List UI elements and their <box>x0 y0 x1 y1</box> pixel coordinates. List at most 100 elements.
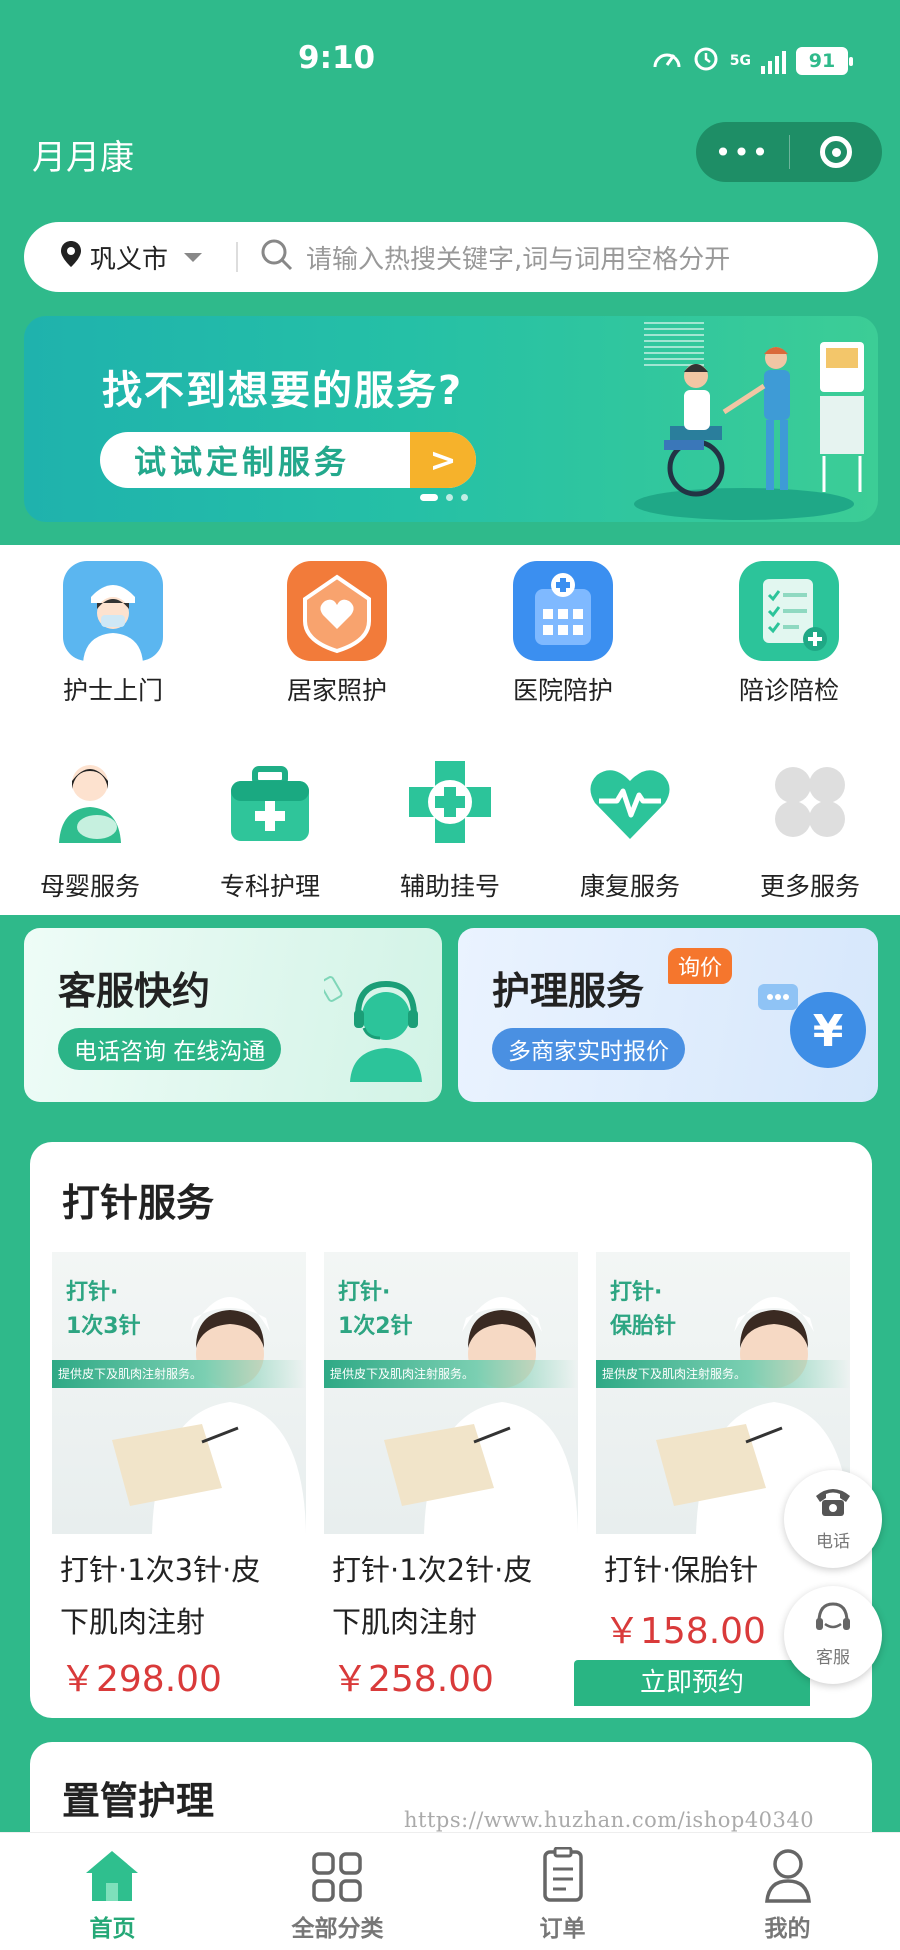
service-label: 客服 <box>816 1648 850 1668</box>
product-name: 打针·1次2针·皮 下肌肉注射 <box>324 1544 578 1648</box>
product-price: ￥298.00 <box>60 1659 222 1700</box>
miniapp-capsule: ••• <box>696 122 882 182</box>
target-icon[interactable] <box>790 136 882 168</box>
search-input[interactable]: 请输入热搜关键字,词与词用空格分开 <box>306 239 730 276</box>
product-name: 打针·1次3针·皮 下肌肉注射 <box>52 1544 306 1648</box>
book-now-button[interactable]: 立即预约 <box>574 1660 810 1706</box>
product-card[interactable]: 打针· 1次3针 提供皮下及肌肉注射服务。 打针·1次3针·皮 下肌肉注射 ￥29… <box>52 1252 306 1702</box>
nursing-service-card[interactable]: 护理服务 询价 多商家实时报价 ¥ <box>458 928 878 1102</box>
tube-care-title: 置管护理 <box>62 1779 215 1823</box>
product-card[interactable]: 打针· 1次2针 提供皮下及肌肉注射服务。 打针·1次2针·皮 下肌肉注射 ￥25… <box>324 1252 578 1702</box>
nursing-service-title: 护理服务 <box>492 969 645 1013</box>
product-image-desc: 提供皮下及肌肉注射服务。 <box>596 1360 850 1388</box>
category-grid-icon <box>312 1852 362 1902</box>
service-registration[interactable]: 辅助挂号 <box>390 757 510 903</box>
phone-icon <box>816 1489 850 1516</box>
tab-label: 我的 <box>764 1916 811 1942</box>
search-bar[interactable]: 巩义市 请输入热搜关键字,词与词用空格分开 <box>24 222 878 292</box>
headset-icon <box>816 1602 850 1630</box>
phone-label: 电话 <box>816 1532 850 1552</box>
customer-service-card[interactable]: 客服快约 电话咨询 在线沟通 <box>24 928 442 1102</box>
carousel-dot <box>446 494 453 501</box>
service-rehabilitation[interactable]: 康复服务 <box>570 757 690 903</box>
inquiry-badge: 询价 <box>668 948 733 984</box>
bottom-tab-bar: 首页 全部分类 订单 我的 <box>0 1832 900 1950</box>
service-label: 母婴服务 <box>39 872 140 901</box>
product-name-line2: 下肌肉注射 <box>332 1605 478 1639</box>
home-care-icon <box>287 561 387 661</box>
network-label: 5G <box>729 53 751 69</box>
nurse-icon <box>63 561 163 663</box>
speed-icon <box>652 45 682 77</box>
medical-cross-icon <box>409 761 491 843</box>
arrow-right-icon: > <box>410 432 476 488</box>
tab-label: 订单 <box>539 1916 586 1942</box>
status-bar: 9:10 5G 91 <box>0 40 900 90</box>
product-name-line1: 打针·保胎针 <box>604 1553 759 1587</box>
hospital-icon <box>513 561 613 661</box>
carousel-dot <box>461 494 468 501</box>
status-icons: 5G 91 <box>652 44 853 78</box>
carousel-dots <box>420 494 468 501</box>
banner-title: 找不到想要的服务? <box>102 368 464 414</box>
location-pin-icon <box>60 240 82 275</box>
tab-orders[interactable]: 订单 <box>450 1833 675 1950</box>
service-specialist-care[interactable]: 专科护理 <box>210 757 330 903</box>
signal-icon <box>761 48 786 74</box>
product-name-line1: 打针·1次3针·皮 <box>60 1553 261 1587</box>
more-dots-icon[interactable]: ••• <box>696 136 789 169</box>
product-image: 打针· 1次3针 提供皮下及肌肉注射服务。 <box>52 1252 306 1534</box>
watermark-text: https://www.huzhan.com/ishop40340 <box>404 1808 815 1832</box>
customer-service-float-button[interactable]: 客服 <box>784 1586 882 1684</box>
yuan-icon: ¥ <box>758 984 866 1068</box>
service-label: 陪诊陪检 <box>738 676 839 705</box>
injection-section: 打针服务 打针· 1次3针 提供皮下及肌肉注射服务。 打针·1次3针·皮 下肌肉注… <box>30 1142 872 1718</box>
product-image: 打针· 1次2针 提供皮下及肌肉注射服务。 <box>324 1252 578 1534</box>
service-more[interactable]: 更多服务 <box>750 757 870 903</box>
home-icon <box>86 1851 138 1901</box>
service-label: 居家照护 <box>286 676 387 705</box>
services-panel: 护士上门 居家照护 医院陪护 陪诊陪检 母婴服务 专科护理 辅助挂号 康复服务 … <box>0 545 900 915</box>
service-label: 康复服务 <box>579 872 680 901</box>
heart-pulse-icon <box>590 770 670 839</box>
service-hospital-escort[interactable]: 医院陪护 <box>498 559 628 707</box>
mother-baby-icon <box>59 765 121 843</box>
product-name-line1: 打针·1次2针·皮 <box>332 1553 533 1587</box>
customer-service-title: 客服快约 <box>58 969 211 1013</box>
more-grid-icon <box>775 767 845 837</box>
search-icon <box>260 238 294 276</box>
tab-label: 全部分类 <box>291 1916 384 1942</box>
medical-kit-icon <box>231 766 309 841</box>
product-image-desc: 提供皮下及肌肉注射服务。 <box>324 1360 578 1388</box>
alarm-icon <box>692 44 720 78</box>
tab-all-categories[interactable]: 全部分类 <box>225 1833 450 1950</box>
promo-banner[interactable]: 找不到想要的服务? 试试定制服务 > <box>24 316 878 522</box>
service-home-care[interactable]: 居家照护 <box>272 559 402 707</box>
product-image-title: 打针· 保胎针 <box>610 1280 677 1339</box>
product-image-title: 打针· 1次3针 <box>66 1280 141 1339</box>
tab-mine[interactable]: 我的 <box>675 1833 900 1950</box>
service-label: 专科护理 <box>219 872 320 901</box>
service-label: 护士上门 <box>62 676 163 705</box>
service-mother-baby[interactable]: 母婴服务 <box>30 757 150 903</box>
custom-service-button[interactable]: 试试定制服务 > <box>100 432 476 488</box>
customer-service-icon <box>324 976 422 1082</box>
service-nurse-visit[interactable]: 护士上门 <box>48 559 178 707</box>
user-icon <box>765 1849 811 1903</box>
product-image-desc: 提供皮下及肌肉注射服务。 <box>52 1360 306 1388</box>
service-label: 更多服务 <box>759 872 860 901</box>
product-image-title: 打针· 1次2针 <box>338 1280 413 1339</box>
battery-indicator: 91 <box>796 47 853 75</box>
city-selector[interactable]: 巩义市 <box>60 239 203 276</box>
custom-service-label: 试试定制服务 <box>134 443 351 481</box>
tab-home[interactable]: 首页 <box>0 1833 225 1950</box>
svg-text:¥: ¥ <box>813 1006 844 1057</box>
city-label: 巩义市 <box>90 244 169 275</box>
order-list-icon <box>543 1847 583 1902</box>
phone-float-button[interactable]: 电话 <box>784 1470 882 1568</box>
service-label: 辅助挂号 <box>399 872 500 901</box>
product-price: ￥258.00 <box>332 1659 494 1700</box>
search-divider <box>236 242 239 272</box>
service-checkup-escort[interactable]: 陪诊陪检 <box>724 559 854 707</box>
wheelchair-illustration <box>634 322 864 520</box>
